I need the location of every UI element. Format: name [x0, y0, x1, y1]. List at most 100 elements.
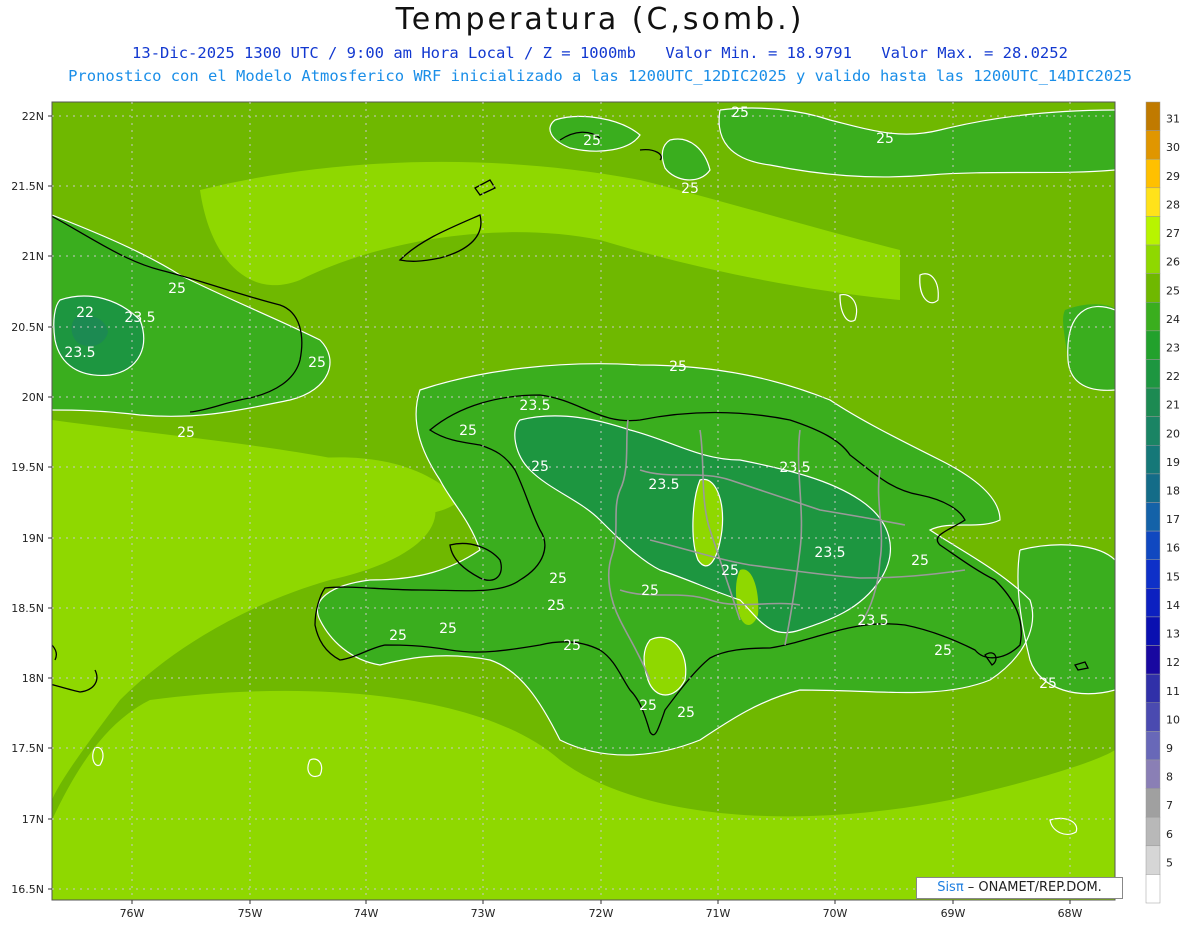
color-swatch: [1145, 645, 1161, 675]
color-level-label: 20: [1166, 427, 1180, 440]
color-swatch: [1145, 244, 1161, 274]
color-level-label: 15: [1166, 570, 1180, 583]
color-level-label: 10: [1166, 713, 1180, 726]
contour-label: 25: [641, 583, 659, 599]
lat-label: 22N: [22, 110, 44, 123]
color-swatch: [1145, 702, 1161, 732]
lon-label: 68W: [1058, 907, 1083, 920]
contour-label: 25: [459, 423, 477, 439]
lon-label: 73W: [471, 907, 496, 920]
color-swatch: [1145, 874, 1161, 904]
contour-label: 25: [731, 105, 749, 121]
contour-label: 23.5: [124, 310, 155, 326]
lat-label: 21.5N: [11, 180, 44, 193]
contour-label: 23.5: [814, 545, 845, 561]
color-swatch: [1145, 502, 1161, 532]
lon-label: 69W: [941, 907, 966, 920]
color-swatch: [1145, 216, 1161, 246]
color-swatch: [1145, 731, 1161, 761]
contour-label: 25: [1039, 676, 1057, 692]
contour-label: 23.5: [857, 613, 888, 629]
color-swatch: [1145, 673, 1161, 704]
color-swatch: [1145, 359, 1161, 389]
lat-label: 16.5N: [11, 883, 44, 896]
color-swatch: [1145, 530, 1161, 560]
contour-label: 25: [168, 281, 186, 297]
lon-label: 75W: [238, 907, 263, 920]
color-level-label: 11: [1166, 685, 1180, 698]
lat-label: 21N: [22, 250, 44, 263]
contour-label: 25: [669, 359, 687, 375]
latitude-labels: 22N 21.5N 21N 20.5N 20N 19.5N 19N 18.5N 18N 17.5N…: [11, 110, 52, 896]
color-swatch: [1145, 759, 1161, 789]
color-level-label: 5: [1166, 856, 1173, 869]
contour-label: 25: [563, 638, 581, 654]
lat-label: 17N: [22, 813, 44, 826]
lat-label: 20N: [22, 391, 44, 404]
contour-label: 23.5: [648, 477, 679, 493]
sispi-logo-text: Sisπ: [937, 880, 964, 895]
color-level-label: 12: [1166, 656, 1180, 669]
color-swatch: [1145, 559, 1161, 589]
contour-label: 25: [583, 133, 601, 149]
color-level-label: 14: [1166, 599, 1180, 612]
color-level-label: 21: [1166, 399, 1180, 412]
color-level-label: 28: [1166, 198, 1180, 211]
lat-label: 19N: [22, 532, 44, 545]
color-level-label: 25: [1166, 284, 1180, 297]
lat-label: 19.5N: [11, 461, 44, 474]
lon-label: 76W: [120, 907, 145, 920]
color-level-label: 30: [1166, 141, 1180, 154]
lat-label: 17.5N: [11, 742, 44, 755]
color-level-label: 22: [1166, 370, 1180, 383]
color-swatch: [1145, 416, 1161, 446]
color-level-label: 17: [1166, 513, 1180, 526]
color-swatch: [1145, 473, 1161, 503]
color-level-label: 26: [1166, 256, 1180, 269]
color-swatch: [1145, 302, 1161, 332]
color-swatch: [1145, 445, 1161, 475]
contour-label: 23.5: [64, 345, 95, 361]
contour-label: 22: [76, 305, 94, 321]
color-swatch: [1145, 387, 1161, 417]
color-swatch: [1145, 187, 1161, 217]
color-level-label: 18: [1166, 485, 1180, 498]
color-swatch: [1145, 273, 1161, 303]
color-swatch: [1145, 788, 1161, 818]
contour-label: 25: [389, 628, 407, 644]
contour-label: 25: [177, 425, 195, 441]
longitude-labels: 76W 75W 74W 73W 72W 71W 70W 69W 68W: [120, 900, 1083, 920]
color-level-label: 16: [1166, 542, 1180, 555]
color-swatch: [1145, 816, 1161, 847]
contour-label: 25: [547, 598, 565, 614]
contour-label: 25: [639, 698, 657, 714]
color-swatch: [1145, 588, 1161, 618]
source-credit: Sisπ – ONAMET/REP.DOM.: [916, 877, 1123, 899]
color-level-label: 13: [1166, 628, 1180, 641]
color-swatch: [1145, 130, 1161, 160]
contour-label: 25: [721, 563, 739, 579]
contour-label: 25: [531, 459, 549, 475]
color-level-label: 19: [1166, 456, 1180, 469]
contour-label: 25: [681, 181, 699, 197]
contour-label: 25: [876, 131, 894, 147]
color-scale: 31 30 29 28 27 26 25 24 23 22 21 20 19 18 17 16 15 14 13 12…: [1145, 101, 1180, 904]
color-swatch: [1145, 101, 1161, 131]
color-level-label: 31: [1166, 113, 1180, 126]
contour-label: 25: [549, 571, 567, 587]
color-level-label: 24: [1166, 313, 1180, 326]
color-level-label: 29: [1166, 170, 1180, 183]
lon-label: 71W: [706, 907, 731, 920]
color-level-label: 6: [1166, 828, 1173, 841]
contour-label: 25: [911, 553, 929, 569]
contour-label: 25: [439, 621, 457, 637]
contour-label: 25: [934, 643, 952, 659]
credit-org: – ONAMET/REP.DOM.: [963, 880, 1102, 895]
contour-label: 23.5: [519, 398, 550, 414]
lat-label: 18N: [22, 672, 44, 685]
color-level-label: 7: [1166, 799, 1173, 812]
color-level-label: 8: [1166, 771, 1173, 784]
color-swatch: [1145, 845, 1161, 875]
lon-label: 70W: [823, 907, 848, 920]
lon-label: 74W: [354, 907, 379, 920]
